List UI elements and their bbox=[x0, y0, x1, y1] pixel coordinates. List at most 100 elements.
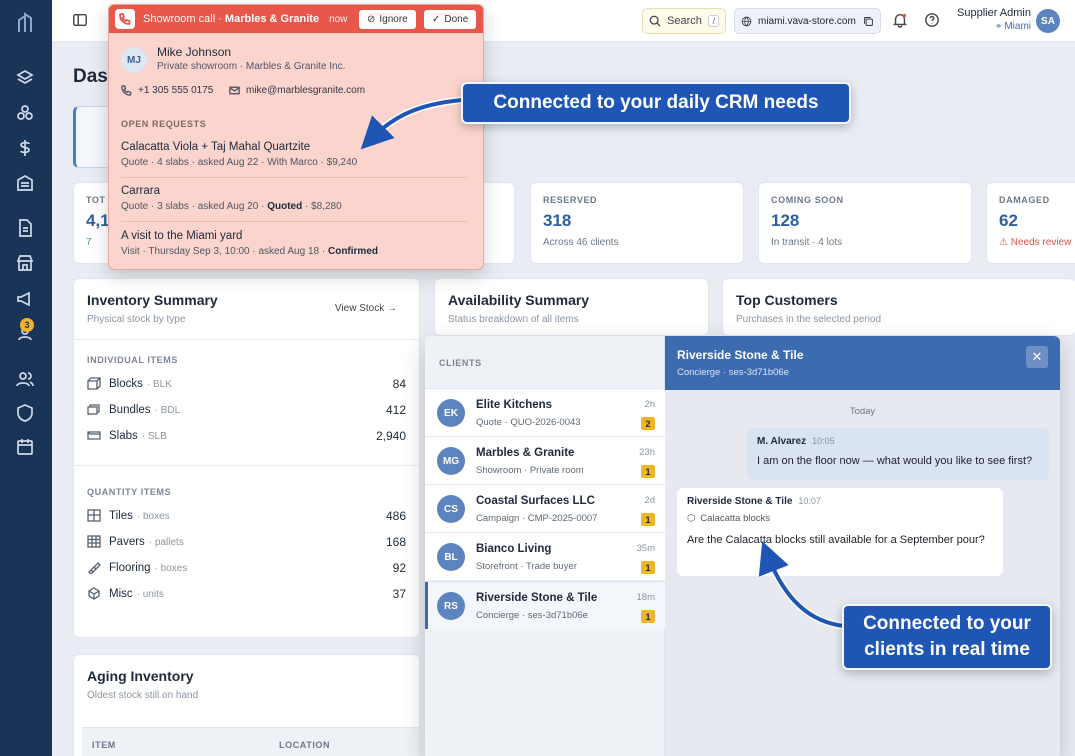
domain-field[interactable]: miami.vava-store.com bbox=[734, 8, 881, 34]
chat-window: CLIENTS EK Elite Kitchens Quote · QUO-202… bbox=[425, 336, 1060, 756]
layers-icon[interactable] bbox=[12, 65, 38, 91]
user-menu[interactable]: Supplier Admin ⌖ Miami bbox=[957, 7, 1031, 32]
dollar-icon[interactable] bbox=[12, 135, 38, 161]
client-item-selected[interactable]: RS Riverside Stone & Tile Concierge · ses… bbox=[425, 581, 665, 629]
copy-icon[interactable] bbox=[863, 16, 874, 27]
section-label: QUANTITY ITEMS bbox=[87, 487, 172, 497]
stat-label: DAMAGED bbox=[999, 195, 1050, 205]
client-item[interactable]: MG Marbles & Granite Showroom · Private r… bbox=[425, 436, 665, 484]
contact-description: Private showroom · Marbles & Granite Inc… bbox=[157, 61, 346, 72]
conversation-meta: Concierge · ses-3d71b06e bbox=[677, 367, 789, 378]
stat-card-reserved[interactable]: RESERVED 318 Across 46 clients bbox=[530, 182, 744, 264]
done-button[interactable]: ✓ Done bbox=[424, 10, 477, 29]
stat-value: 318 bbox=[543, 211, 572, 230]
stat-label: COMING SOON bbox=[771, 195, 844, 205]
divider bbox=[121, 177, 467, 178]
search-shortcut: / bbox=[708, 15, 719, 27]
conversation-name: Riverside Stone & Tile bbox=[677, 348, 804, 362]
phone-icon bbox=[121, 85, 132, 96]
users-icon[interactable] bbox=[12, 366, 38, 392]
storefront-icon[interactable] bbox=[12, 250, 38, 276]
slab-icon bbox=[87, 429, 103, 443]
clients-label: CLIENTS bbox=[439, 358, 482, 368]
conversation-header: Riverside Stone & Tile Concierge · ses-3… bbox=[665, 336, 1060, 390]
phone-icon bbox=[115, 9, 135, 29]
search-input[interactable]: Search / bbox=[642, 8, 726, 34]
callout-crm: Connected to your daily CRM needs bbox=[461, 82, 851, 124]
call-title: Showroom call · Marbles & Granite bbox=[143, 13, 320, 25]
stat-label: RESERVED bbox=[543, 195, 598, 205]
panel-toggle-icon[interactable] bbox=[72, 12, 90, 30]
inventory-row[interactable]: Misc · units 37 bbox=[87, 585, 406, 603]
inventory-row[interactable]: Bundles · BDL 412 bbox=[87, 401, 406, 419]
inventory-row[interactable]: Tiles · boxes 486 bbox=[87, 507, 406, 525]
call-time: now bbox=[329, 13, 348, 25]
aging-inventory-card: Aging Inventory Oldest stock still on ha… bbox=[73, 654, 420, 756]
bell-alert-icon[interactable] bbox=[892, 12, 910, 30]
help-icon[interactable] bbox=[924, 12, 942, 30]
stat-sub: 7 bbox=[86, 237, 92, 248]
bundle-icon bbox=[87, 403, 103, 417]
stat-card-coming-soon[interactable]: COMING SOON 128 In transit · 4 lots bbox=[758, 182, 972, 264]
callout-clients: Connected to your clients in real time bbox=[842, 604, 1052, 670]
request-item[interactable]: Calacatta Viola + Taj Mahal Quartzite Qu… bbox=[121, 141, 467, 168]
contact-phone[interactable]: +1 305 555 0175 bbox=[121, 85, 213, 96]
card-subtitle: Purchases in the selected period bbox=[736, 314, 882, 325]
document-icon[interactable] bbox=[12, 215, 38, 241]
inventory-row[interactable]: Flooring · boxes 92 bbox=[87, 559, 406, 577]
ignore-button[interactable]: ⊘ Ignore bbox=[359, 10, 416, 29]
close-icon[interactable]: ✕ bbox=[1026, 346, 1048, 368]
column-header-item[interactable]: ITEM bbox=[92, 740, 116, 750]
shield-icon[interactable] bbox=[12, 400, 38, 426]
conversation-pane: Riverside Stone & Tile Concierge · ses-3… bbox=[665, 336, 1060, 756]
divider bbox=[74, 465, 419, 466]
calendar-icon[interactable] bbox=[12, 434, 38, 460]
dashboard-banner bbox=[73, 106, 113, 168]
warehouse-icon[interactable] bbox=[12, 170, 38, 196]
stat-sub: In transit · 4 lots bbox=[771, 237, 843, 248]
app-logo-icon[interactable] bbox=[12, 10, 38, 36]
inventory-row[interactable]: Slabs · SLB 2,940 bbox=[87, 427, 406, 445]
stat-sub: ⚠ Needs review bbox=[999, 237, 1072, 248]
avatar[interactable]: SA bbox=[1036, 9, 1060, 33]
user-name: Supplier Admin bbox=[957, 7, 1031, 19]
sidebar: 3 bbox=[0, 0, 52, 756]
client-item[interactable]: EK Elite Kitchens Quote · QUO-2026-0043 2h… bbox=[425, 388, 665, 436]
card-title: Aging Inventory bbox=[87, 668, 194, 684]
card-title: Inventory Summary bbox=[87, 292, 218, 308]
card-title: Availability Summary bbox=[448, 292, 590, 308]
column-header-location[interactable]: LOCATION bbox=[279, 740, 330, 750]
notification-badge: 3 bbox=[20, 318, 34, 332]
misc-icon bbox=[87, 587, 103, 601]
card-subtitle: Status breakdown of all items bbox=[448, 314, 579, 325]
ignore-icon: ⊘ bbox=[367, 14, 376, 25]
inventory-summary-card: Inventory Summary Physical stock by type… bbox=[73, 278, 420, 638]
stat-value: 62 bbox=[999, 211, 1018, 230]
nodes-icon[interactable] bbox=[12, 100, 38, 126]
tiles-icon bbox=[87, 509, 103, 523]
contact-avatar: MJ bbox=[121, 47, 147, 73]
user-location: ⌖ Miami bbox=[995, 21, 1031, 32]
globe-icon bbox=[741, 16, 752, 26]
stat-value: 4,1 bbox=[86, 211, 110, 230]
domain-text: miami.vava-store.com bbox=[758, 15, 856, 27]
contact-name: Mike Johnson bbox=[157, 45, 232, 59]
view-stock-link[interactable]: View Stock → bbox=[335, 303, 397, 314]
call-header: Showroom call · Marbles & Granite now ⊘ I… bbox=[109, 5, 483, 33]
client-item[interactable]: CS Coastal Surfaces LLC Campaign · CMP-20… bbox=[425, 484, 665, 532]
stat-card-damaged[interactable]: DAMAGED 62 ⚠ Needs review bbox=[986, 182, 1075, 264]
cube-icon: ⬡ bbox=[687, 513, 696, 524]
search-label: Search bbox=[667, 15, 702, 27]
location-pin-icon: ⌖ bbox=[995, 21, 1002, 32]
megaphone-icon[interactable] bbox=[12, 286, 38, 312]
client-item[interactable]: BL Bianco Living Storefront · Trade buyer… bbox=[425, 532, 665, 580]
inventory-row[interactable]: Pavers · pallets 168 bbox=[87, 533, 406, 551]
request-item[interactable]: Carrara Quote · 3 slabs · asked Aug 20 ·… bbox=[121, 185, 467, 212]
request-item[interactable]: A visit to the Miami yard Visit · Thursd… bbox=[121, 230, 467, 257]
stat-value: 128 bbox=[771, 211, 800, 230]
check-icon: ✓ bbox=[432, 14, 441, 25]
contact-email[interactable]: mike@marblesgranite.com bbox=[229, 85, 365, 96]
search-icon bbox=[649, 15, 661, 27]
inventory-row[interactable]: Blocks · BLK 84 bbox=[87, 375, 406, 393]
divider bbox=[121, 221, 467, 222]
